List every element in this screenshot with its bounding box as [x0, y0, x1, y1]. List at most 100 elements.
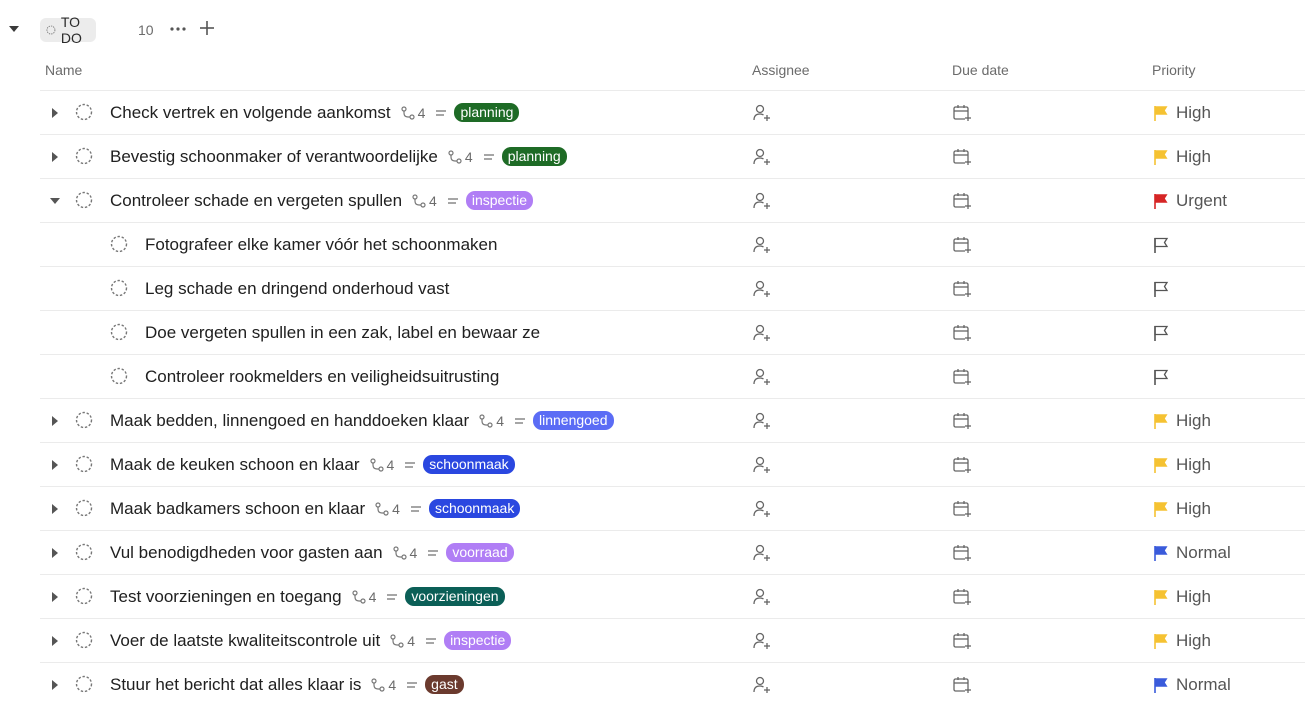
subtask-count[interactable]: 4: [369, 457, 394, 473]
priority-cell[interactable]: High: [1152, 135, 1211, 178]
task-row[interactable]: Bevestig schoonmaker of verantwoordelijk…: [40, 134, 1305, 178]
more-options-icon[interactable]: [168, 19, 188, 39]
priority-cell[interactable]: High: [1152, 443, 1211, 486]
task-title[interactable]: Bevestig schoonmaker of verantwoordelijk…: [110, 147, 438, 167]
task-title[interactable]: Vul benodigdheden voor gasten aan: [110, 543, 383, 563]
task-title[interactable]: Test voorzieningen en toegang: [110, 587, 342, 607]
task-row[interactable]: Maak badkamers schoon en klaar 4 schoonmaa…: [40, 486, 1305, 530]
status-group-pill[interactable]: TO DO: [40, 14, 96, 46]
add-due-date-calendar-icon[interactable]: [952, 499, 972, 519]
column-header-assignee[interactable]: Assignee: [752, 62, 810, 78]
assign-user-icon[interactable]: [752, 235, 772, 255]
task-status-circle-icon[interactable]: [75, 499, 93, 517]
task-name-cell[interactable]: Stuur het bericht dat alles klaar is 4 gas…: [110, 663, 464, 706]
collapse-caret-icon[interactable]: [50, 198, 60, 204]
task-title[interactable]: Stuur het bericht dat alles klaar is: [110, 675, 361, 695]
subtask-count[interactable]: 4: [479, 413, 504, 429]
task-name-cell[interactable]: Maak badkamers schoon en klaar 4 schoonmaa…: [110, 487, 521, 530]
column-header-priority[interactable]: Priority: [1152, 62, 1196, 78]
subtask-count[interactable]: 4: [371, 677, 396, 693]
subtask-row[interactable]: Leg schade en dringend onderhoud vast: [40, 266, 1305, 310]
group-collapse-caret-icon[interactable]: [9, 26, 19, 32]
task-name-cell[interactable]: Fotografeer elke kamer vóór het schoonma…: [145, 223, 497, 266]
subtask-count[interactable]: 4: [390, 633, 415, 649]
priority-cell[interactable]: [1152, 311, 1170, 354]
expand-caret-icon[interactable]: [52, 548, 58, 558]
tag-badge[interactable]: linnengoed: [532, 411, 614, 430]
priority-cell[interactable]: [1152, 223, 1170, 266]
assign-user-icon[interactable]: [752, 147, 772, 167]
task-status-circle-icon[interactable]: [75, 411, 93, 429]
subtask-count[interactable]: 4: [351, 589, 376, 605]
expand-caret-icon[interactable]: [52, 108, 58, 118]
task-row[interactable]: Maak bedden, linnengoed en handdoeken kl…: [40, 398, 1305, 442]
task-title[interactable]: Maak badkamers schoon en klaar: [110, 499, 365, 519]
add-due-date-calendar-icon[interactable]: [952, 455, 972, 475]
expand-caret-icon[interactable]: [52, 152, 58, 162]
task-status-circle-icon[interactable]: [75, 191, 93, 209]
task-title[interactable]: Maak bedden, linnengoed en handdoeken kl…: [110, 411, 469, 431]
task-title[interactable]: Doe vergeten spullen in een zak, label e…: [145, 323, 540, 343]
task-name-cell[interactable]: Test voorzieningen en toegang 4 voorzienin…: [110, 575, 505, 618]
assign-user-icon[interactable]: [752, 191, 772, 211]
priority-cell[interactable]: High: [1152, 575, 1211, 618]
expand-caret-icon[interactable]: [52, 416, 58, 426]
assign-user-icon[interactable]: [752, 411, 772, 431]
task-status-circle-icon[interactable]: [75, 455, 93, 473]
task-name-cell[interactable]: Controleer rookmelders en veiligheidsuit…: [145, 355, 499, 398]
task-name-cell[interactable]: Vul benodigdheden voor gasten aan 4 voorra…: [110, 531, 514, 574]
priority-cell[interactable]: [1152, 267, 1170, 310]
task-name-cell[interactable]: Maak de keuken schoon en klaar 4 schoonmaa…: [110, 443, 515, 486]
task-name-cell[interactable]: Maak bedden, linnengoed en handdoeken kl…: [110, 399, 614, 442]
subtask-row[interactable]: Fotografeer elke kamer vóór het schoonma…: [40, 222, 1305, 266]
tag-badge[interactable]: voorzieningen: [405, 587, 505, 606]
task-row[interactable]: Vul benodigdheden voor gasten aan 4 voorra…: [40, 530, 1305, 574]
priority-cell[interactable]: [1152, 355, 1170, 398]
assign-user-icon[interactable]: [752, 587, 772, 607]
tag-badge[interactable]: planning: [454, 103, 520, 122]
task-name-cell[interactable]: Doe vergeten spullen in een zak, label e…: [145, 311, 540, 354]
add-due-date-calendar-icon[interactable]: [952, 411, 972, 431]
task-title[interactable]: Controleer schade en vergeten spullen: [110, 191, 402, 211]
expand-caret-icon[interactable]: [52, 636, 58, 646]
tag-badge[interactable]: inspectie: [444, 631, 512, 650]
assign-user-icon[interactable]: [752, 631, 772, 651]
expand-caret-icon[interactable]: [52, 592, 58, 602]
tag-badge[interactable]: voorraad: [446, 543, 514, 562]
add-due-date-calendar-icon[interactable]: [952, 323, 972, 343]
task-name-cell[interactable]: Bevestig schoonmaker of verantwoordelijk…: [110, 135, 567, 178]
task-name-cell[interactable]: Check vertrek en volgende aankomst 4 plann…: [110, 91, 520, 134]
priority-cell[interactable]: Normal: [1152, 663, 1231, 706]
tag-badge[interactable]: gast: [425, 675, 464, 694]
column-header-name[interactable]: Name: [45, 62, 82, 78]
task-status-circle-icon[interactable]: [75, 587, 93, 605]
task-row[interactable]: Stuur het bericht dat alles klaar is 4 gas…: [40, 662, 1305, 706]
task-title[interactable]: Voer de laatste kwaliteitscontrole uit: [110, 631, 380, 651]
subtask-row[interactable]: Doe vergeten spullen in een zak, label e…: [40, 310, 1305, 354]
add-due-date-calendar-icon[interactable]: [952, 147, 972, 167]
task-title[interactable]: Check vertrek en volgende aankomst: [110, 103, 391, 123]
add-due-date-calendar-icon[interactable]: [952, 587, 972, 607]
task-title[interactable]: Maak de keuken schoon en klaar: [110, 455, 360, 475]
priority-cell[interactable]: High: [1152, 619, 1211, 662]
task-status-circle-icon[interactable]: [110, 235, 128, 253]
task-status-circle-icon[interactable]: [75, 675, 93, 693]
task-status-circle-icon[interactable]: [110, 279, 128, 297]
assign-user-icon[interactable]: [752, 543, 772, 563]
task-title[interactable]: Leg schade en dringend onderhoud vast: [145, 279, 449, 299]
expand-caret-icon[interactable]: [52, 504, 58, 514]
task-status-circle-icon[interactable]: [75, 147, 93, 165]
column-header-due-date[interactable]: Due date: [952, 62, 1009, 78]
task-status-circle-icon[interactable]: [110, 367, 128, 385]
priority-cell[interactable]: Urgent: [1152, 179, 1227, 222]
add-due-date-calendar-icon[interactable]: [952, 103, 972, 123]
expand-caret-icon[interactable]: [52, 680, 58, 690]
priority-cell[interactable]: High: [1152, 487, 1211, 530]
task-title[interactable]: Controleer rookmelders en veiligheidsuit…: [145, 367, 499, 387]
task-title[interactable]: Fotografeer elke kamer vóór het schoonma…: [145, 235, 497, 255]
add-due-date-calendar-icon[interactable]: [952, 235, 972, 255]
subtask-count[interactable]: 4: [401, 105, 425, 121]
tag-badge[interactable]: schoonmaak: [428, 499, 521, 518]
add-due-date-calendar-icon[interactable]: [952, 675, 972, 695]
expand-caret-icon[interactable]: [52, 460, 58, 470]
